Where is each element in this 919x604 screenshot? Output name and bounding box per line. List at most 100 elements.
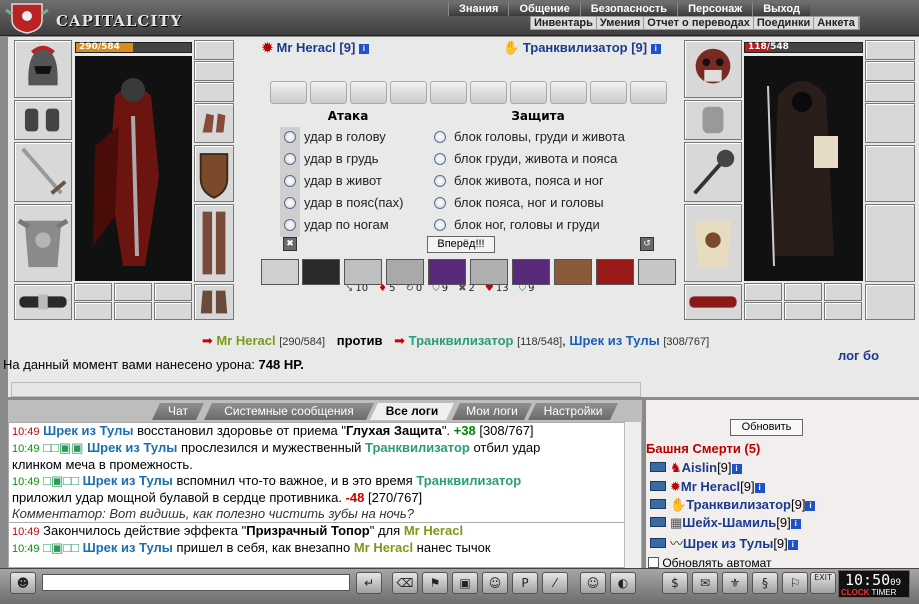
filter-icon[interactable]: ⚑ <box>422 572 448 594</box>
enemy-earring-slot[interactable] <box>865 40 915 60</box>
effect-blade-icon[interactable] <box>302 259 340 285</box>
private-message-icon[interactable] <box>650 517 666 527</box>
nav-communication[interactable]: Общение <box>508 2 580 16</box>
enemy-rune-slot-3[interactable] <box>824 302 862 320</box>
radio-attack-waist[interactable] <box>284 197 296 209</box>
armor-slot[interactable] <box>14 204 72 282</box>
defense-option-3[interactable]: блок живота, пояса и ног <box>434 171 604 191</box>
belt-slot[interactable] <box>14 284 72 320</box>
enemy-ring-slot-3[interactable] <box>824 283 862 301</box>
radio-defense-4[interactable] <box>434 197 446 209</box>
boots-slot[interactable] <box>194 284 234 320</box>
attack-cancel-icon[interactable]: ✖ <box>283 237 297 251</box>
spell-scroll-6[interactable] <box>470 81 507 104</box>
money-bag-icon[interactable]: $ <box>662 572 688 594</box>
user-info-icon[interactable]: i <box>787 540 798 550</box>
enemy-ring-slot-4[interactable] <box>865 82 915 102</box>
checkbox-box[interactable] <box>648 557 659 568</box>
enemy-helmet-slot[interactable] <box>684 40 742 98</box>
attack-option-chest[interactable]: удар в грудь <box>284 149 379 169</box>
user-info-icon[interactable]: i <box>731 464 742 474</box>
horizontal-scrollbar[interactable] <box>11 382 641 397</box>
chat-input[interactable] <box>42 574 350 591</box>
spell-scroll-4[interactable] <box>390 81 427 104</box>
weapon-slot[interactable] <box>14 142 72 202</box>
nav-character[interactable]: Персонаж <box>677 2 753 16</box>
radio-attack-chest[interactable] <box>284 153 296 165</box>
person-icon[interactable]: ☺ <box>482 572 508 594</box>
go-button[interactable]: Вперёд!!! <box>427 236 495 253</box>
tab-chat[interactable]: Чат <box>152 403 204 420</box>
tab-system[interactable]: Системные сообщения <box>204 403 374 420</box>
private-message-icon[interactable] <box>650 481 666 491</box>
nav-transfer-report[interactable]: Отчет о переводах <box>644 17 754 29</box>
enemy-info-icon[interactable]: i <box>650 44 661 54</box>
enemy-rune-slot-2[interactable] <box>784 302 822 320</box>
enemy-legs-slot[interactable] <box>865 204 915 282</box>
vs-enemy1-name[interactable]: Транквилизатор <box>409 333 514 348</box>
amulet-slot[interactable] <box>194 61 234 81</box>
scroll-icon[interactable]: § <box>752 572 778 594</box>
ring-slot-4[interactable] <box>194 82 234 102</box>
enemy-gloves-slot[interactable] <box>865 103 915 143</box>
player-portrait[interactable] <box>75 56 192 281</box>
tab-settings[interactable]: Настройки <box>528 403 618 420</box>
nav-security[interactable]: Безопасность <box>579 2 678 16</box>
nav-profile[interactable]: Анкета <box>814 17 859 29</box>
earring-slot[interactable] <box>194 40 234 60</box>
spell-scroll-3[interactable] <box>350 81 387 104</box>
effect-rune-icon[interactable] <box>554 259 592 285</box>
radio-attack-belly[interactable] <box>284 175 296 187</box>
ring-slot-2[interactable] <box>114 283 152 301</box>
effect-fist-icon[interactable] <box>386 259 424 285</box>
user-list-item[interactable]: 〰Шрек из Тулы[9] i <box>650 533 798 552</box>
nav-skills[interactable]: Умения <box>597 17 645 29</box>
user-info-icon[interactable]: i <box>790 519 801 529</box>
enemy-portrait[interactable] <box>744 56 863 281</box>
nav-knowledge[interactable]: Знания <box>448 2 509 16</box>
ring-slot-3[interactable] <box>154 283 192 301</box>
enemy-ring-slot-2[interactable] <box>784 283 822 301</box>
private-message-icon[interactable] <box>650 499 666 509</box>
helmet-slot[interactable] <box>14 40 72 98</box>
translit-icon[interactable]: ⁄ <box>542 572 568 594</box>
player-info-icon[interactable]: i <box>358 44 369 54</box>
enemy-shield-slot[interactable] <box>865 145 915 202</box>
radio-defense-2[interactable] <box>434 153 446 165</box>
user-list-item[interactable]: ▦Шейх-Шамиль[9] i <box>650 515 801 531</box>
attack-option-waist[interactable]: удар в пояс(пах) <box>284 193 403 213</box>
tab-my-logs[interactable]: Мои логи <box>452 403 532 420</box>
save-icon[interactable]: ▣ <box>452 572 478 594</box>
attack-option-legs[interactable]: удар по ногам <box>284 215 389 235</box>
defense-option-5[interactable]: блок ног, головы и груди <box>434 215 600 235</box>
clan-icon[interactable]: ⚜ <box>722 572 748 594</box>
nav-inventory[interactable]: Инвентарь <box>531 17 597 29</box>
spell-scroll-5[interactable] <box>430 81 467 104</box>
chat-scrollbar[interactable] <box>624 422 641 568</box>
effect-shield-icon[interactable] <box>344 259 382 285</box>
private-icon[interactable]: P <box>512 572 538 594</box>
defense-cancel-icon[interactable]: ↺ <box>640 237 654 251</box>
send-icon[interactable]: ↵ <box>356 572 382 594</box>
spell-scroll-2[interactable] <box>310 81 347 104</box>
spell-scroll-1[interactable] <box>270 81 307 104</box>
eraser-icon[interactable]: ⌫ <box>392 572 418 594</box>
nav-exit[interactable]: Выход <box>752 2 810 16</box>
enemy-name-label[interactable]: ✋ Транквилизатор [9] i <box>503 40 661 56</box>
tab-all-logs[interactable]: Все логи <box>370 403 454 420</box>
shield-slot[interactable] <box>194 145 234 202</box>
radio-attack-legs[interactable] <box>284 219 296 231</box>
effect-grey-icon[interactable] <box>470 259 508 285</box>
user-info-icon[interactable]: i <box>805 501 816 511</box>
user-info-icon[interactable]: i <box>754 483 765 493</box>
effect-purple-icon[interactable] <box>428 259 466 285</box>
enemy-amulet-slot[interactable] <box>865 61 915 81</box>
enemy-weapon-slot[interactable] <box>684 142 742 202</box>
nav-fights[interactable]: Поединки <box>754 17 815 29</box>
rune-slot-3[interactable] <box>154 302 192 320</box>
bracers-slot[interactable] <box>14 100 72 140</box>
smile-face-icon[interactable]: ☻ <box>10 572 36 594</box>
user-list-item[interactable]: ♞Aislin[9] i <box>650 460 742 476</box>
ring-slot-1[interactable] <box>74 283 112 301</box>
attack-option-head[interactable]: удар в голову <box>284 127 386 147</box>
